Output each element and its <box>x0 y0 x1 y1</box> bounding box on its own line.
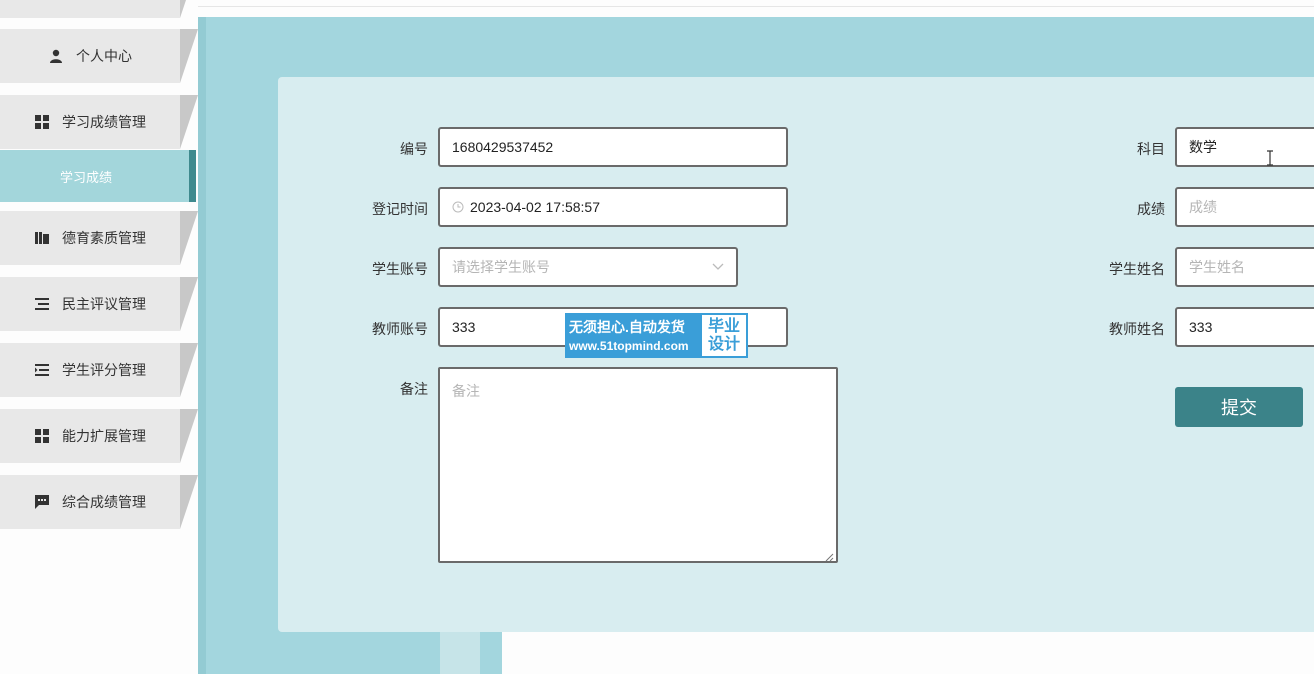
chevron-down-icon <box>712 263 724 271</box>
list-icon <box>34 296 50 312</box>
submit-button[interactable]: 提交 <box>1175 387 1303 427</box>
sidebar-item-label: 个人中心 <box>76 48 132 64</box>
chat-icon <box>34 494 50 510</box>
bottom-panel <box>502 632 1314 674</box>
sidebar-subitem-study-scores[interactable]: 学习成绩 <box>0 150 196 202</box>
sidebar-item-label: 德育素质管理 <box>62 230 146 246</box>
sidebar-item-label: 民主评议管理 <box>62 296 146 312</box>
bottom-decoration <box>440 632 480 674</box>
sidebar-item-moral[interactable]: 德育素质管理 <box>0 211 198 265</box>
sidebar-item-top[interactable] <box>0 0 198 18</box>
books-icon <box>34 230 50 246</box>
beizhu-label: 备注 <box>400 381 428 397</box>
indent-list-icon <box>34 362 50 378</box>
resize-grip-icon[interactable] <box>824 549 834 562</box>
sidebar-item-profile[interactable]: 个人中心 <box>0 29 198 83</box>
sidebar: 个人中心 学习成绩管理 学习成绩 德育素质管理 民主评议管理 学生评分管理 能力… <box>0 0 198 674</box>
chengji-label: 成绩 <box>1137 201 1165 217</box>
kemu-field[interactable]: 数学 <box>1175 127 1314 167</box>
xuesheng-zhanghao-label: 学生账号 <box>372 261 428 277</box>
person-icon <box>48 48 64 64</box>
text-cursor-icon <box>1266 150 1274 166</box>
dengji-datetime-field[interactable]: 2023-04-02 17:58:57 <box>438 187 788 227</box>
sidebar-item-overall[interactable]: 综合成绩管理 <box>0 475 198 529</box>
bianhao-label: 编号 <box>400 141 428 157</box>
top-bar <box>198 0 1314 7</box>
sidebar-item-study-scores[interactable]: 学习成绩管理 <box>0 95 198 149</box>
sidebar-item-label: 学生评分管理 <box>62 362 146 378</box>
kemu-label: 科目 <box>1137 141 1165 157</box>
sidebar-item-student-rating[interactable]: 学生评分管理 <box>0 343 198 397</box>
xuesheng-xingming-label: 学生姓名 <box>1109 261 1165 277</box>
sidebar-item-ability[interactable]: 能力扩展管理 <box>0 409 198 463</box>
bianhao-field[interactable]: 1680429537452 <box>438 127 788 167</box>
dengji-label: 登记时间 <box>372 201 428 217</box>
watermark-banner: 无须担心.自动发货 www.51topmind.com 毕业 设计 <box>565 313 748 358</box>
grid-icon <box>34 114 50 130</box>
main-left-stripe <box>198 17 206 674</box>
grid-icon <box>34 428 50 444</box>
xuesheng-xingming-field[interactable]: 学生姓名 <box>1175 247 1314 287</box>
beizhu-textarea[interactable]: 备注 <box>438 367 838 563</box>
sidebar-item-label: 综合成绩管理 <box>62 494 146 510</box>
sidebar-item-label: 学习成绩管理 <box>62 114 146 130</box>
sidebar-item-review[interactable]: 民主评议管理 <box>0 277 198 331</box>
clock-icon <box>452 201 464 213</box>
jiaoshi-xingming-label: 教师姓名 <box>1109 321 1165 337</box>
xuesheng-zhanghao-select[interactable]: 请选择学生账号 <box>438 247 738 287</box>
chengji-field[interactable]: 成绩 <box>1175 187 1314 227</box>
sidebar-item-label: 能力扩展管理 <box>62 428 146 444</box>
jiaoshi-xingming-field[interactable]: 333 <box>1175 307 1314 347</box>
jiaoshi-zhanghao-label: 教师账号 <box>372 321 428 337</box>
